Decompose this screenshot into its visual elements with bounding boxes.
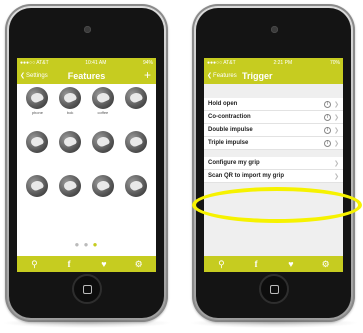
- facebook-icon[interactable]: f: [248, 259, 264, 269]
- grid-row: phone bok coffee: [17, 84, 156, 128]
- hand-icon: [26, 131, 49, 153]
- search-icon[interactable]: ⚲: [26, 259, 42, 270]
- info-icon[interactable]: i: [323, 113, 331, 121]
- info-icon[interactable]: i: [323, 100, 331, 108]
- back-label: Features: [213, 72, 237, 79]
- hand-icon: [26, 175, 49, 197]
- grid-item[interactable]: [122, 131, 150, 172]
- hand-icon: [124, 131, 147, 153]
- list-item-label: Co-contraction: [208, 114, 251, 120]
- list-item-co-contraction[interactable]: Co-contraction i ❯: [204, 111, 343, 124]
- status-time: 10:41 AM: [85, 59, 107, 66]
- gear-icon[interactable]: ⚙: [318, 259, 334, 270]
- chevron-right-icon: ❯: [333, 173, 339, 180]
- grid-item[interactable]: [23, 131, 51, 172]
- grid-item[interactable]: [89, 175, 117, 216]
- list-item-label: Double impulse: [208, 127, 253, 133]
- list-item-label: Hold open: [208, 101, 238, 107]
- gear-icon[interactable]: ⚙: [131, 259, 147, 270]
- phone-shadow: [2, 318, 172, 328]
- list-item-label: Triple impulse: [208, 140, 249, 146]
- chevron-right-icon: ❯: [333, 127, 339, 134]
- status-bar: ●●●○○ AT&T 10:41 AM 94%: [17, 58, 156, 67]
- tab-bar: ⚲ f ♥ ⚙: [204, 256, 343, 272]
- grid-item-label: phone: [31, 110, 43, 115]
- hand-icon: [91, 175, 114, 197]
- status-bar: ●●●○○ AT&T 2:21 PM 70%: [204, 58, 343, 67]
- hand-icon: [91, 87, 114, 109]
- phone-left: ●●●○○ AT&T 10:41 AM 94% ❮ Settings Featu…: [5, 4, 168, 322]
- page-title: Trigger: [242, 70, 273, 81]
- list-item-hold-open[interactable]: Hold open i ❯: [204, 98, 343, 111]
- info-icon[interactable]: i: [323, 139, 331, 147]
- grid-item[interactable]: [23, 175, 51, 216]
- trigger-screen: ●●●○○ AT&T 2:21 PM 70% ❮ Features Trigge…: [204, 58, 343, 272]
- chevron-left-icon: ❮: [207, 73, 213, 79]
- trigger-list: Hold open i ❯ Co-contraction i ❯ Double …: [204, 84, 343, 256]
- hand-icon: [91, 131, 114, 153]
- hand-icon: [124, 87, 147, 109]
- feature-grid: phone bok coffee: [17, 84, 156, 216]
- list-item-scan-qr[interactable]: Scan QR to import my grip ❯: [204, 170, 343, 183]
- grid-item[interactable]: [89, 131, 117, 172]
- carrier-label: ●●●○○ AT&T: [20, 59, 49, 66]
- list-item-triple-impulse[interactable]: Triple impulse i ❯: [204, 137, 343, 150]
- phone-shadow: [189, 318, 359, 328]
- grid-item[interactable]: coffee: [89, 87, 117, 128]
- home-button[interactable]: [258, 274, 289, 304]
- heart-icon[interactable]: ♥: [283, 259, 299, 269]
- chevron-right-icon: ❯: [333, 140, 339, 147]
- page-dot: ●: [74, 240, 81, 249]
- phone-right: ●●●○○ AT&T 2:21 PM 70% ❮ Features Trigge…: [192, 4, 355, 322]
- grid-item[interactable]: [122, 175, 150, 216]
- grid-item[interactable]: [122, 87, 150, 128]
- grid-item[interactable]: [56, 175, 84, 216]
- features-screen: ●●●○○ AT&T 10:41 AM 94% ❮ Settings Featu…: [17, 58, 156, 272]
- page-indicator[interactable]: ● ● ●: [17, 240, 156, 249]
- tab-bar: ⚲ f ♥ ⚙: [17, 256, 156, 272]
- list-item-label: Scan QR to import my grip: [208, 173, 285, 179]
- section-gap: [204, 150, 343, 157]
- search-icon[interactable]: ⚲: [213, 259, 229, 270]
- back-button[interactable]: ❮ Features: [207, 72, 237, 80]
- list-item-double-impulse[interactable]: Double impulse i ❯: [204, 124, 343, 137]
- grid-item-label: bok: [66, 110, 74, 115]
- front-camera: [83, 26, 91, 33]
- grid-item-label: coffee: [97, 110, 109, 115]
- section-spacer: [204, 84, 343, 98]
- grid-row: [17, 172, 156, 216]
- grid-item[interactable]: bok: [56, 87, 84, 128]
- info-icon[interactable]: i: [323, 126, 331, 134]
- page-dot: ●: [83, 240, 90, 249]
- heart-icon[interactable]: ♥: [96, 259, 112, 269]
- battery-label: 70%: [329, 59, 340, 66]
- nav-bar: ❮ Settings Features +: [17, 67, 156, 84]
- page-title: Features: [67, 70, 106, 81]
- chevron-right-icon: ❯: [333, 101, 339, 108]
- carrier-label: ●●●○○ AT&T: [207, 59, 236, 66]
- hand-icon: [59, 131, 82, 153]
- chevron-right-icon: ❯: [333, 160, 339, 167]
- list-item-label: Configure my grip: [208, 160, 260, 166]
- chevron-right-icon: ❯: [333, 114, 339, 121]
- battery-label: 94%: [142, 59, 153, 66]
- grid-item[interactable]: [56, 131, 84, 172]
- highlight-ellipse: [192, 187, 362, 223]
- grid-item[interactable]: phone: [23, 87, 51, 128]
- list-item-configure-grip[interactable]: Configure my grip ❯: [204, 157, 343, 170]
- add-button[interactable]: +: [144, 68, 151, 82]
- hand-icon: [26, 87, 49, 109]
- facebook-icon[interactable]: f: [61, 259, 77, 269]
- front-camera: [270, 26, 278, 33]
- page-dot-active: ●: [92, 240, 99, 249]
- home-button[interactable]: [71, 274, 102, 304]
- status-time: 2:21 PM: [273, 59, 293, 66]
- nav-bar: ❮ Features Trigger: [204, 67, 343, 84]
- grid-row: [17, 128, 156, 172]
- hand-icon: [59, 87, 82, 109]
- hand-icon: [124, 175, 147, 197]
- hand-icon: [59, 175, 82, 197]
